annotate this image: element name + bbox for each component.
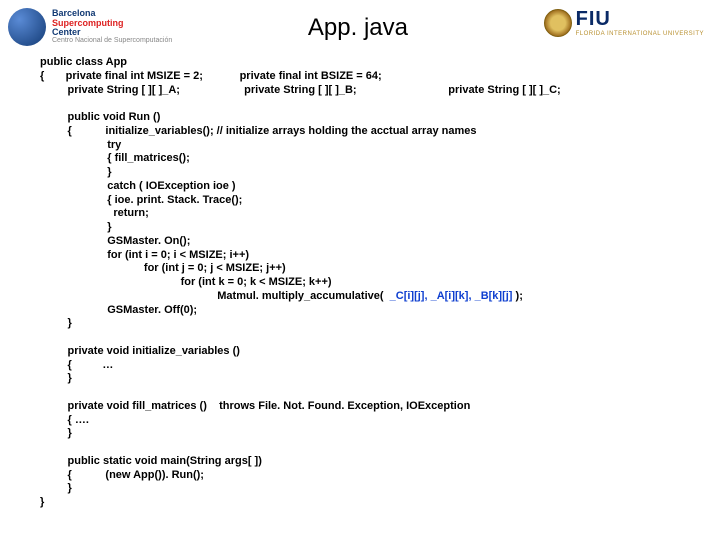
code-line: private void initialize_variables () bbox=[40, 345, 240, 357]
code-line: { fill_matrices(); bbox=[40, 152, 190, 164]
code-line: for (int j = 0; j < MSIZE; j++) bbox=[40, 262, 286, 274]
code-line: catch ( IOException ioe ) bbox=[40, 180, 236, 192]
slide-header: Barcelona Supercomputing Center Centro N… bbox=[0, 0, 720, 46]
code-highlight: _C[i][j], _A[i][k], _B[k][j] bbox=[387, 290, 513, 302]
bsc-line3: Center bbox=[52, 28, 172, 37]
code-line: private String [ ][ ]_A; private String … bbox=[40, 84, 561, 96]
code-line: for (int k = 0; k < MSIZE; k++) bbox=[40, 276, 332, 288]
code-line: { private final int MSIZE = 2; private f… bbox=[40, 70, 382, 82]
fiu-text-block: FIU FLORIDA INTERNATIONAL UNIVERSITY bbox=[576, 8, 704, 37]
code-line: public static void main(String args[ ]) bbox=[40, 455, 262, 467]
code-line: { …. bbox=[40, 414, 89, 426]
bsc-logo-text: Barcelona Supercomputing Center Centro N… bbox=[52, 9, 172, 45]
code-line: } bbox=[40, 221, 112, 233]
code-line: return; bbox=[40, 207, 149, 219]
code-line: ); bbox=[512, 290, 522, 302]
code-line: } bbox=[40, 482, 72, 494]
fiu-crest-icon bbox=[544, 9, 572, 37]
code-line: try bbox=[40, 139, 121, 151]
fiu-logo: FIU FLORIDA INTERNATIONAL UNIVERSITY bbox=[544, 8, 704, 37]
code-line: } bbox=[40, 372, 72, 384]
bsc-logo: Barcelona Supercomputing Center Centro N… bbox=[8, 8, 172, 46]
code-line: { (new App()). Run(); bbox=[40, 469, 204, 481]
code-line: { initialize_variables(); // initialize … bbox=[40, 125, 477, 137]
code-line: } bbox=[40, 317, 72, 329]
code-line: GSMaster. On(); bbox=[40, 235, 190, 247]
code-line: } bbox=[40, 496, 44, 508]
code-line: { ioe. print. Stack. Trace(); bbox=[40, 194, 242, 206]
fiu-name: FIU bbox=[576, 8, 704, 31]
code-line: for (int i = 0; i < MSIZE; i++) bbox=[40, 249, 249, 261]
bsc-logo-ball-icon bbox=[8, 8, 46, 46]
code-line: } bbox=[40, 166, 112, 178]
code-line: public void Run () bbox=[40, 111, 160, 123]
code-block: public class App { private final int MSI… bbox=[0, 46, 720, 510]
bsc-subtitle: Centro Nacional de Supercomputación bbox=[52, 37, 172, 44]
code-line: private void fill_matrices () throws Fil… bbox=[40, 400, 470, 412]
code-line: public class App bbox=[40, 56, 127, 68]
code-line: GSMaster. Off(0); bbox=[40, 304, 197, 316]
code-line: } bbox=[40, 427, 72, 439]
fiu-subtitle: FLORIDA INTERNATIONAL UNIVERSITY bbox=[576, 31, 704, 37]
code-line: Matmul. multiply_accumulative( bbox=[40, 290, 387, 302]
code-line: { … bbox=[40, 359, 113, 371]
slide-title: App. java bbox=[172, 14, 543, 42]
